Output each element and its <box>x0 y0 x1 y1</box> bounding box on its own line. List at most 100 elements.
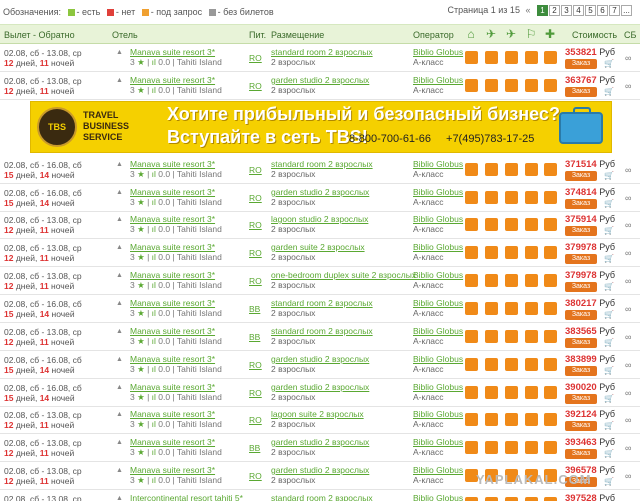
room-link[interactable]: garden studio 2 взрослых <box>271 465 369 475</box>
cart-icon[interactable]: 🛒 <box>604 254 614 263</box>
operator-link[interactable]: Biblio Globus <box>413 326 463 336</box>
link-icon[interactable]: ∞ <box>625 388 631 398</box>
hotel-link[interactable]: Manava suite resort 3* <box>130 354 222 364</box>
warning-icon[interactable]: ▲ <box>116 272 123 279</box>
room-link[interactable]: garden studio 2 взрослых <box>271 354 369 364</box>
operator-link[interactable]: Biblio Globus <box>413 493 463 501</box>
warning-icon[interactable]: ▲ <box>116 495 123 501</box>
meal-link[interactable]: RO <box>249 471 262 481</box>
page-2[interactable]: 2 <box>549 5 560 16</box>
warning-icon[interactable]: ▲ <box>116 328 123 335</box>
link-icon[interactable]: ∞ <box>625 165 631 175</box>
meal-link[interactable]: BB <box>249 443 260 453</box>
operator-link[interactable]: Biblio Globus <box>413 242 463 252</box>
link-icon[interactable]: ∞ <box>625 53 631 63</box>
cart-icon[interactable]: 🛒 <box>604 477 614 486</box>
hotel-link[interactable]: Manava suite resort 3* <box>130 382 222 392</box>
hotel-link[interactable]: Manava suite resort 3* <box>130 159 222 169</box>
meal-link[interactable]: RO <box>249 415 262 425</box>
cart-icon[interactable]: 🛒 <box>604 87 614 96</box>
room-link[interactable]: garden studio 2 взрослых <box>271 437 369 447</box>
hotel-link[interactable]: Manava suite resort 3* <box>130 242 222 252</box>
meal-link[interactable]: RO <box>249 53 262 63</box>
warning-icon[interactable]: ▲ <box>116 77 123 84</box>
operator-link[interactable]: Biblio Globus <box>413 437 463 447</box>
room-link[interactable]: one-bedroom duplex suite 2 взрослых <box>271 270 416 280</box>
hotel-link[interactable]: Manava suite resort 3* <box>130 409 222 419</box>
page-7[interactable]: 7 <box>609 5 620 16</box>
link-icon[interactable]: ∞ <box>625 276 631 286</box>
warning-icon[interactable]: ▲ <box>116 216 123 223</box>
operator-link[interactable]: Biblio Globus <box>413 354 463 364</box>
order-button[interactable]: Заказ <box>565 199 597 209</box>
room-link[interactable]: garden studio 2 взрослых <box>271 187 369 197</box>
meal-link[interactable]: RO <box>249 193 262 203</box>
link-icon[interactable]: ∞ <box>625 81 631 91</box>
warning-icon[interactable]: ▲ <box>116 244 123 251</box>
order-button[interactable]: Заказ <box>565 366 597 376</box>
order-button[interactable]: Заказ <box>565 449 597 459</box>
link-icon[interactable]: ∞ <box>625 248 631 258</box>
room-link[interactable]: standard room 2 взрослых <box>271 493 373 501</box>
link-icon[interactable]: ∞ <box>625 360 631 370</box>
room-link[interactable]: garden suite 2 взрослых <box>271 242 365 252</box>
operator-link[interactable]: Biblio Globus <box>413 47 463 57</box>
meal-link[interactable]: BB <box>249 304 260 314</box>
page-1[interactable]: 1 <box>537 5 548 16</box>
warning-icon[interactable]: ▲ <box>116 189 123 196</box>
hotel-link[interactable]: Manava suite resort 3* <box>130 326 222 336</box>
operator-link[interactable]: Biblio Globus <box>413 187 463 197</box>
link-icon[interactable]: ∞ <box>625 415 631 425</box>
meal-link[interactable]: RO <box>249 248 262 258</box>
tbs-banner[interactable]: TBS TRAVEL BUSINESS SERVICE Хотите прибы… <box>30 101 612 153</box>
warning-icon[interactable]: ▲ <box>116 439 123 446</box>
hotel-link[interactable]: Manava suite resort 3* <box>130 298 222 308</box>
hotel-link[interactable]: Intercontinental resort tahiti 5* <box>130 493 243 501</box>
cart-icon[interactable]: 🛒 <box>604 310 614 319</box>
page-3[interactable]: 3 <box>561 5 572 16</box>
link-icon[interactable]: ∞ <box>625 193 631 203</box>
operator-link[interactable]: Biblio Globus <box>413 465 463 475</box>
col-hotel[interactable]: Отель <box>112 30 138 40</box>
room-link[interactable]: garden studio 2 взрослых <box>271 75 369 85</box>
room-link[interactable]: standard room 2 взрослых <box>271 326 373 336</box>
operator-link[interactable]: Biblio Globus <box>413 75 463 85</box>
col-dates[interactable]: Вылет - Обратно <box>4 30 75 40</box>
col-price[interactable]: Стоимость <box>572 30 617 40</box>
page-5[interactable]: 5 <box>585 5 596 16</box>
warning-icon[interactable]: ▲ <box>116 161 123 168</box>
hotel-link[interactable]: Manava suite resort 3* <box>130 214 222 224</box>
warning-icon[interactable]: ▲ <box>116 467 123 474</box>
order-button[interactable]: Заказ <box>565 87 597 97</box>
warning-icon[interactable]: ▲ <box>116 411 123 418</box>
cart-icon[interactable]: 🛒 <box>604 226 614 235</box>
order-button[interactable]: Заказ <box>565 59 597 69</box>
room-link[interactable]: standard room 2 взрослых <box>271 298 373 308</box>
order-button[interactable]: Заказ <box>565 282 597 292</box>
link-icon[interactable]: ∞ <box>625 304 631 314</box>
warning-icon[interactable]: ▲ <box>116 384 123 391</box>
operator-link[interactable]: Biblio Globus <box>413 298 463 308</box>
order-button[interactable]: Заказ <box>565 254 597 264</box>
order-button[interactable]: Заказ <box>565 310 597 320</box>
page-more[interactable]: ... <box>621 5 632 16</box>
meal-link[interactable]: BB <box>249 332 260 342</box>
cart-icon[interactable]: 🛒 <box>604 59 614 68</box>
hotel-link[interactable]: Manava suite resort 3* <box>130 270 222 280</box>
cart-icon[interactable]: 🛒 <box>604 421 614 430</box>
hotel-link[interactable]: Manava suite resort 3* <box>130 75 222 85</box>
order-button[interactable]: Заказ <box>565 421 597 431</box>
cart-icon[interactable]: 🛒 <box>604 449 614 458</box>
operator-link[interactable]: Biblio Globus <box>413 214 463 224</box>
hotel-link[interactable]: Manava suite resort 3* <box>130 187 222 197</box>
order-button[interactable]: Заказ <box>565 394 597 404</box>
col-operator[interactable]: Оператор <box>413 30 454 40</box>
room-link[interactable]: standard room 2 взрослых <box>271 159 373 169</box>
warning-icon[interactable]: ▲ <box>116 300 123 307</box>
room-link[interactable]: standard room 2 взрослых <box>271 47 373 57</box>
hotel-link[interactable]: Manava suite resort 3* <box>130 437 222 447</box>
warning-icon[interactable]: ▲ <box>116 356 123 363</box>
cart-icon[interactable]: 🛒 <box>604 199 614 208</box>
meal-link[interactable]: RO <box>249 276 262 286</box>
link-icon[interactable]: ∞ <box>625 443 631 453</box>
